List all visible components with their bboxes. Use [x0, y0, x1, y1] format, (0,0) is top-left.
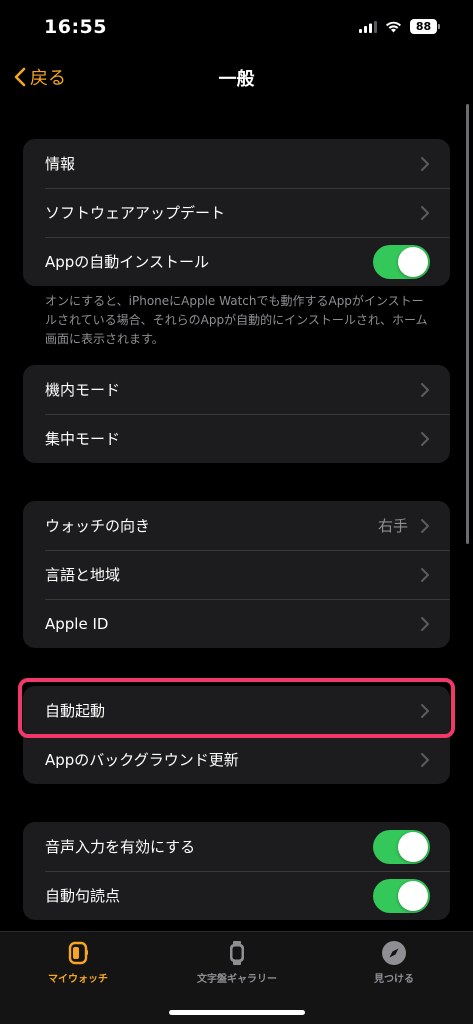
row-software-update[interactable]: ソフトウェアアップデート — [23, 188, 450, 237]
compass-icon — [382, 941, 406, 965]
dictation-toggle[interactable] — [373, 829, 430, 864]
row-auto-install-apps: Appの自動インストール — [23, 237, 450, 286]
row-label: 情報 — [45, 155, 76, 173]
row-label: Appの自動インストール — [45, 253, 210, 271]
row-label: 自動句読点 — [45, 887, 121, 905]
row-language-region[interactable]: 言語と地域 — [23, 550, 450, 599]
toggle-knob — [398, 831, 428, 862]
row-label: Appのバックグラウンド更新 — [45, 751, 239, 769]
chevron-right-icon — [421, 156, 429, 171]
row-label: 機内モード — [45, 381, 121, 399]
chevron-right-icon — [421, 616, 429, 631]
watch-icon — [230, 941, 244, 965]
row-auto-punctuation: 自動句読点 — [23, 871, 450, 920]
signal-icon — [359, 20, 377, 33]
tab-label: 文字盤ギャラリー — [197, 974, 277, 985]
tab-face-gallery[interactable]: 文字盤ギャラリー — [177, 940, 297, 985]
settings-group-watch: ウォッチの向き 右手 言語と地域 Apple ID — [23, 501, 450, 648]
battery-indicator: 88 — [410, 19, 440, 34]
row-label: Apple ID — [45, 614, 109, 633]
tab-bar: マイウォッチ 文字盤ギャラリー 見つける — [0, 931, 473, 1024]
row-label: 音声入力を有効にする — [45, 838, 196, 856]
chevron-right-icon — [421, 431, 429, 446]
home-indicator[interactable] — [169, 1010, 305, 1015]
tab-discover[interactable]: 見つける — [334, 940, 454, 985]
status-bar: 16:55 88 — [0, 0, 473, 54]
row-label: 集中モード — [45, 430, 121, 448]
status-icons: 88 — [359, 19, 440, 34]
wifi-icon — [386, 21, 401, 32]
row-value: 右手 — [377, 517, 408, 535]
page-title: 一般 — [218, 69, 255, 90]
toggle-knob — [398, 246, 428, 277]
settings-group-dictation: 音声入力を有効にする 自動句読点 — [23, 822, 450, 920]
row-info[interactable]: 情報 — [23, 139, 450, 188]
auto-punctuation-toggle[interactable] — [373, 878, 430, 913]
tab-my-watch[interactable]: マイウォッチ — [18, 940, 138, 985]
chevron-right-icon — [421, 518, 429, 533]
chevron-right-icon — [421, 205, 429, 220]
row-label: ウォッチの向き — [45, 517, 151, 535]
navigation-bar: 戻る 一般 — [0, 54, 473, 98]
row-enable-dictation: 音声入力を有効にする — [23, 822, 450, 871]
row-focus[interactable]: 集中モード — [23, 414, 450, 463]
status-time: 16:55 — [44, 16, 107, 38]
tab-label: マイウォッチ — [48, 974, 108, 985]
row-apple-id[interactable]: Apple ID — [23, 599, 450, 648]
row-background-refresh[interactable]: Appのバックグラウンド更新 — [23, 735, 450, 784]
chevron-right-icon — [421, 567, 429, 582]
row-watch-orientation[interactable]: ウォッチの向き 右手 — [23, 501, 450, 550]
highlight-frame — [18, 678, 455, 738]
row-label: ソフトウェアアップデート — [45, 204, 226, 222]
row-label: 言語と地域 — [45, 566, 121, 584]
chevron-right-icon — [421, 752, 429, 767]
settings-group-general-top: 情報 ソフトウェアアップデート Appの自動インストール — [23, 139, 450, 286]
watch-face-icon — [68, 941, 88, 965]
toggle-knob — [398, 880, 428, 911]
auto-install-toggle[interactable] — [373, 244, 430, 279]
scroll-indicator[interactable] — [466, 104, 469, 544]
settings-group-modes: 機内モード 集中モード — [23, 365, 450, 463]
chevron-right-icon — [421, 382, 429, 397]
row-airplane-mode[interactable]: 機内モード — [23, 365, 450, 414]
auto-install-footnote: オンにすると、iPhoneにApple Watchでも動作するAppがインストー… — [45, 294, 428, 346]
tab-label: 見つける — [374, 974, 414, 985]
